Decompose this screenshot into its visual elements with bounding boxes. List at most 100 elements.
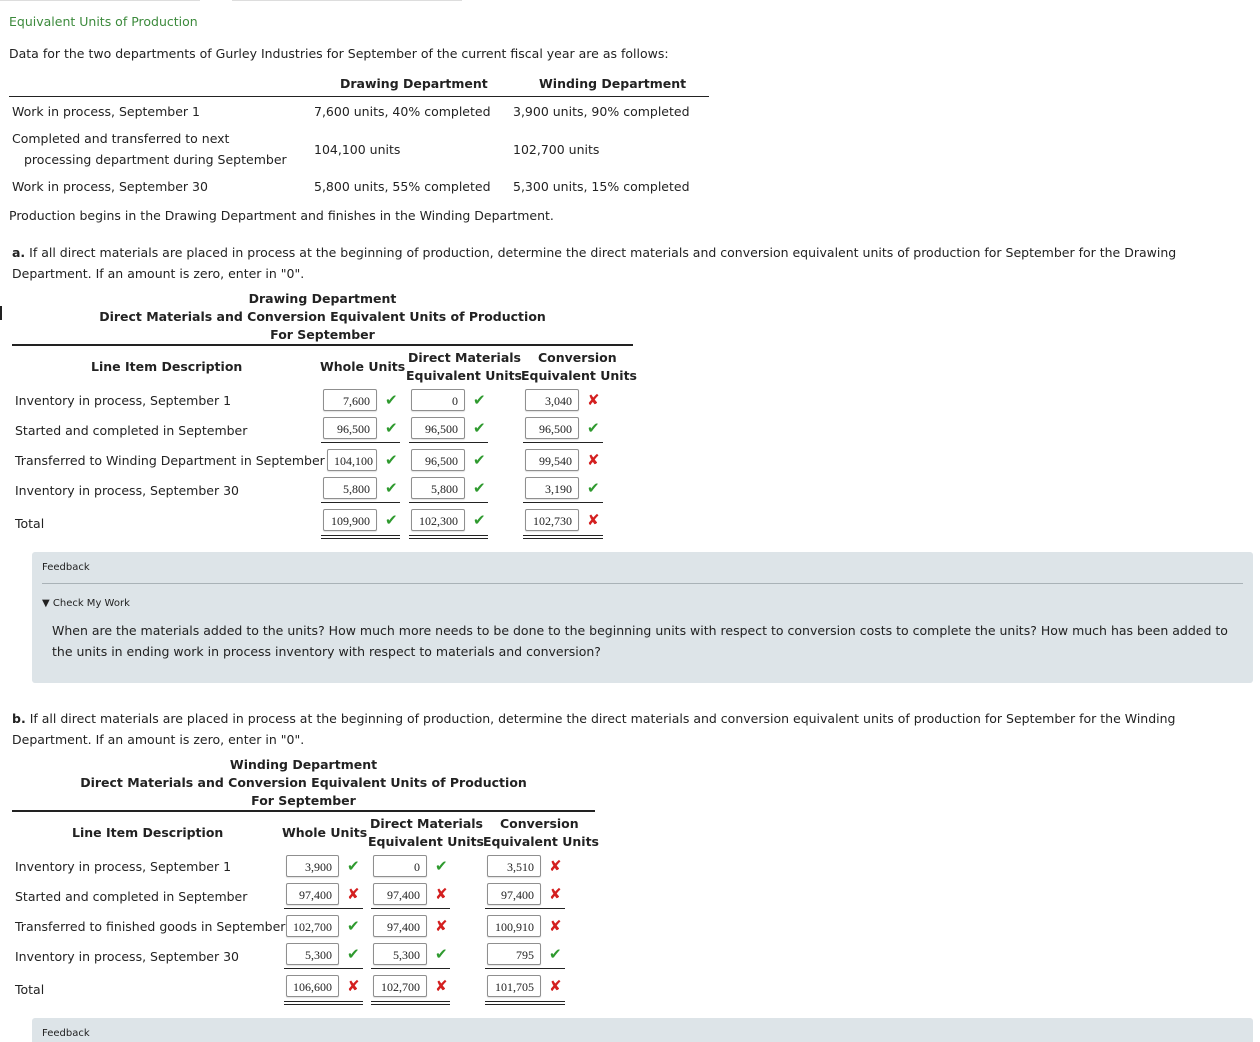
- col-dm-1: Direct Materials: [370, 816, 483, 831]
- row-label: Inventory in process, September 30: [15, 483, 239, 498]
- feedback-panel: Feedback: [32, 1018, 1253, 1042]
- row-label: Inventory in process, September 1: [15, 859, 232, 874]
- check-icon: ✔: [473, 451, 486, 469]
- check-icon: ✔: [473, 511, 486, 529]
- dm-input[interactable]: 96,500: [411, 417, 465, 439]
- part-b-prompt: b. If all direct materials are placed in…: [12, 708, 1256, 750]
- left-marker: [0, 306, 2, 320]
- col-conv-1: Conversion: [500, 816, 579, 831]
- whole-units-total-input[interactable]: 106,600: [286, 975, 339, 997]
- check-icon: ✔: [347, 945, 360, 963]
- check-icon: ✔: [385, 419, 398, 437]
- conversion-input[interactable]: 97,400: [487, 883, 541, 905]
- dm-total-input[interactable]: 102,300: [411, 509, 465, 531]
- check-icon: ✔: [385, 511, 398, 529]
- check-icon: ✔: [473, 391, 486, 409]
- check-icon: ✔: [549, 945, 562, 963]
- conversion-input[interactable]: 3,190: [525, 477, 579, 499]
- whole-units-total-input[interactable]: 109,900: [323, 509, 377, 531]
- production-note: Production begins in the Drawing Departm…: [9, 208, 554, 223]
- check-icon: ✔: [435, 945, 448, 963]
- col-dm-1: Direct Materials: [408, 350, 521, 365]
- dm-input[interactable]: 97,400: [373, 915, 427, 937]
- feedback-divider: [42, 583, 1243, 584]
- feedback-panel: Feedback ▼ Check My Work When are the ma…: [32, 552, 1253, 683]
- part-a-prompt: a. If all direct materials are placed in…: [12, 242, 1256, 284]
- row-label: Started and completed in September: [15, 889, 248, 904]
- part-b-text: If all direct materials are placed in pr…: [12, 711, 1176, 747]
- dm-input[interactable]: 96,500: [411, 449, 465, 471]
- row-label: Work in process, September 30: [12, 179, 208, 194]
- row-label: Transferred to finished goods in Septemb…: [15, 919, 286, 934]
- col-conv-1: Conversion: [538, 350, 617, 365]
- x-icon: ✘: [435, 885, 448, 903]
- total-line: [284, 1001, 363, 1002]
- x-icon: ✘: [549, 977, 562, 995]
- part-a-rule: [12, 344, 633, 346]
- check-icon: ✔: [587, 479, 600, 497]
- sum-line: [409, 442, 488, 443]
- x-icon: ✘: [587, 451, 600, 469]
- check-my-work-toggle[interactable]: ▼ Check My Work: [42, 598, 130, 609]
- sum-line: [485, 908, 565, 909]
- dm-input[interactable]: 5,800: [411, 477, 465, 499]
- col-dm-2: Equivalent Units: [406, 368, 522, 383]
- row-label: Transferred to Winding Department in Sep…: [15, 453, 325, 468]
- dm-input[interactable]: 5,300: [373, 943, 427, 965]
- dm-total-input[interactable]: 102,700: [373, 975, 427, 997]
- whole-units-input[interactable]: 5,300: [286, 943, 339, 965]
- conversion-input[interactable]: 3,040: [525, 389, 579, 411]
- check-icon: ✔: [385, 391, 398, 409]
- dm-input[interactable]: 0: [411, 389, 465, 411]
- whole-units-input[interactable]: 96,500: [323, 417, 377, 439]
- check-icon: ✔: [385, 479, 398, 497]
- part-b-rule: [12, 810, 595, 812]
- dm-input[interactable]: 97,400: [373, 883, 427, 905]
- x-icon: ✘: [549, 917, 562, 935]
- conversion-input[interactable]: 100,910: [487, 915, 541, 937]
- whole-units-input[interactable]: 104,100: [327, 449, 377, 471]
- check-icon: ✔: [473, 479, 486, 497]
- conversion-input[interactable]: 3,510: [487, 855, 541, 877]
- sum-line: [321, 442, 400, 443]
- header-winding: Winding Department: [539, 76, 687, 91]
- sum-line: [321, 502, 400, 503]
- whole-units-input[interactable]: 7,600: [323, 389, 377, 411]
- sum-line: [371, 968, 450, 969]
- whole-units-input[interactable]: 3,900: [286, 855, 339, 877]
- row-drawing: 7,600 units, 40% completed: [314, 104, 491, 119]
- total-line: [371, 1004, 450, 1005]
- total-line: [409, 535, 488, 536]
- conversion-input[interactable]: 795: [487, 943, 541, 965]
- part-b-title1: Winding Department: [229, 757, 378, 772]
- whole-units-input[interactable]: 97,400: [286, 883, 339, 905]
- row-label: Inventory in process, September 1: [15, 393, 232, 408]
- total-line: [284, 1004, 363, 1005]
- total-line: [371, 1001, 450, 1002]
- conversion-input[interactable]: 99,540: [525, 449, 579, 471]
- x-icon: ✘: [435, 977, 448, 995]
- conversion-input[interactable]: 96,500: [525, 417, 579, 439]
- part-b-title3: For September: [251, 793, 356, 808]
- x-icon: ✘: [549, 857, 562, 875]
- conversion-total-input[interactable]: 101,705: [487, 975, 541, 997]
- dm-input[interactable]: 0: [373, 855, 427, 877]
- whole-units-input[interactable]: 102,700: [286, 915, 339, 937]
- whole-units-input[interactable]: 5,800: [323, 477, 377, 499]
- feedback-text: When are the materials added to the unit…: [52, 623, 1228, 659]
- check-icon: ✔: [385, 451, 398, 469]
- total-line: [523, 538, 603, 539]
- sum-line: [523, 442, 603, 443]
- row-label: Work in process, September 1: [12, 104, 200, 119]
- part-a-title3: For September: [270, 327, 375, 342]
- part-a-letter: a.: [12, 245, 26, 260]
- conversion-total-input[interactable]: 102,730: [525, 509, 579, 531]
- col-desc: Line Item Description: [91, 359, 243, 374]
- part-a-title1: Drawing Department: [248, 291, 397, 306]
- x-icon: ✘: [549, 885, 562, 903]
- check-icon: ✔: [587, 419, 600, 437]
- x-icon: ✘: [587, 391, 600, 409]
- row-drawing: 5,800 units, 55% completed: [314, 179, 491, 194]
- x-icon: ✘: [347, 885, 360, 903]
- sum-line: [409, 502, 488, 503]
